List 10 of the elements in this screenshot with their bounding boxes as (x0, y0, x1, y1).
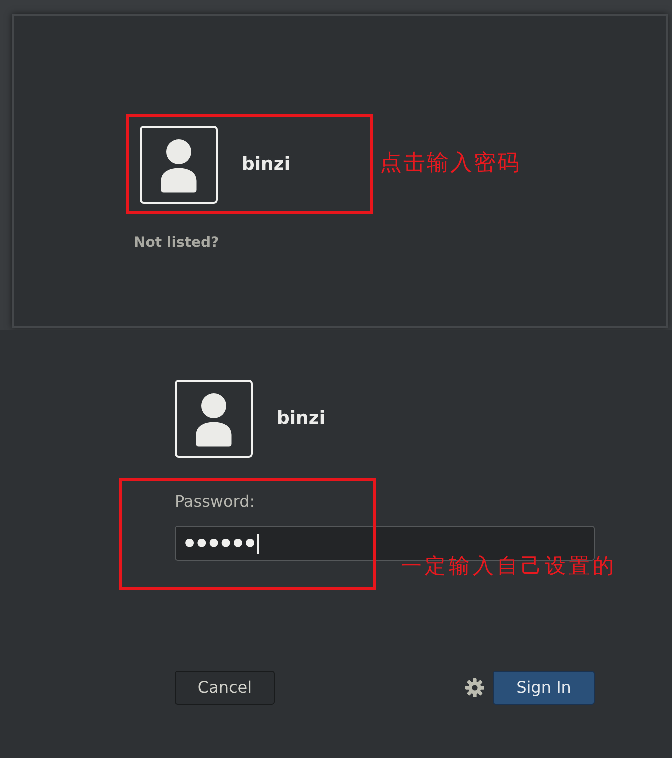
user-name: binzi (277, 406, 326, 430)
annotation-text: 点击输入密码 (380, 150, 521, 178)
user-avatar-icon (175, 380, 253, 458)
user-list-item[interactable]: binzi (140, 126, 291, 204)
password-label: Password: (175, 492, 256, 512)
not-listed-link[interactable]: Not listed? (134, 233, 220, 253)
sign-in-button[interactable]: Sign In (493, 671, 595, 705)
cancel-button[interactable]: Cancel (175, 671, 275, 705)
user-avatar-icon[interactable] (140, 126, 218, 204)
settings-icon[interactable] (465, 678, 485, 698)
